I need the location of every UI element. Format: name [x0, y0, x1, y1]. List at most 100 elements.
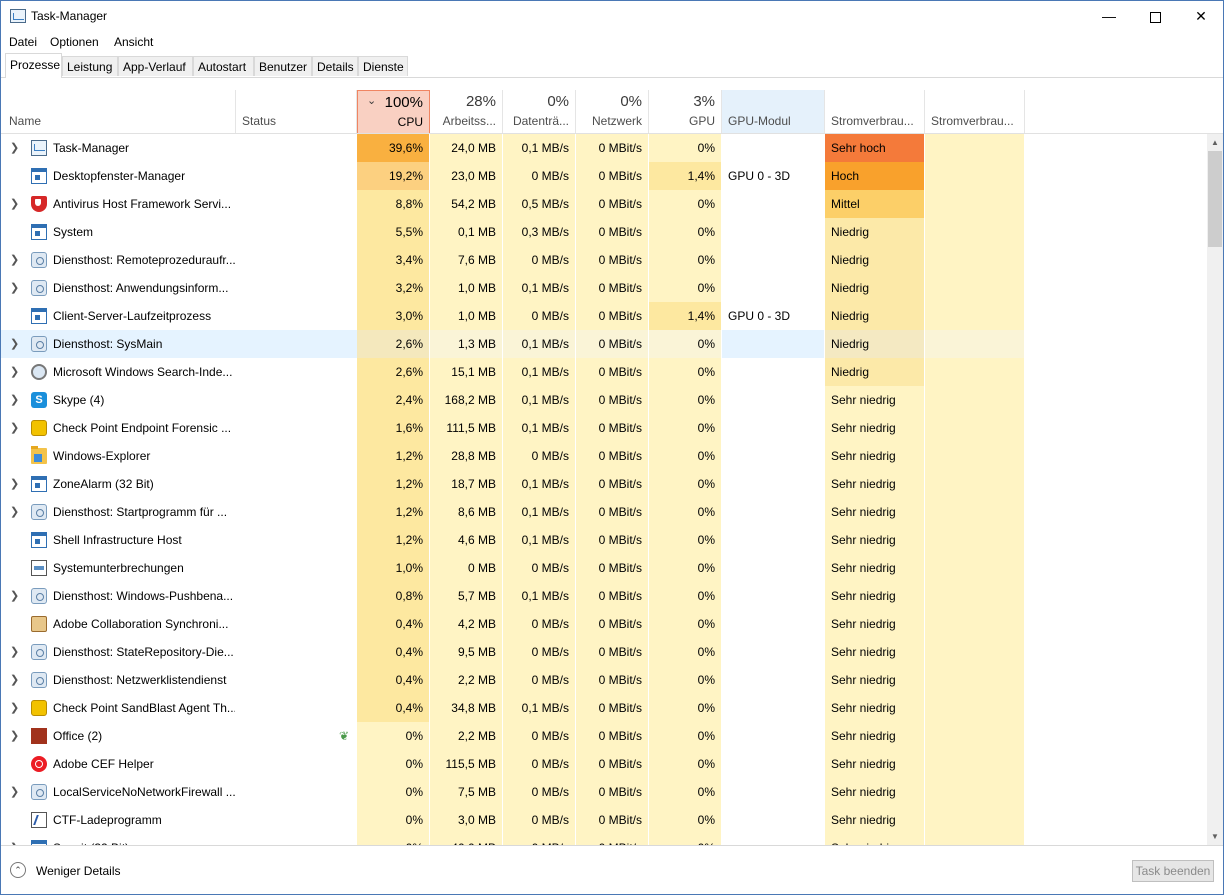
menu-view[interactable]: Ansicht: [114, 35, 153, 49]
cpu-value: 1,2%: [357, 498, 429, 526]
expand-chevron-icon[interactable]: ❯: [10, 778, 19, 806]
expand-chevron-icon[interactable]: ❯: [10, 246, 19, 274]
tab-performance[interactable]: Leistung: [62, 56, 118, 76]
collapse-up-icon[interactable]: ⌃: [10, 862, 26, 878]
gpu-value: 0%: [649, 442, 721, 470]
process-row[interactable]: System 5,5% 0,1 MB 0,3 MB/s 0 MBit/s 0% Niedri…: [1, 218, 1207, 246]
process-row[interactable]: ❯ ZoneAlarm (32 Bit) 1,2% 18,7 MB 0,1 MB/s 0 …: [1, 470, 1207, 498]
end-task-button[interactable]: Task beenden: [1132, 860, 1214, 882]
power-usage-trend-value: [925, 442, 1024, 470]
process-row[interactable]: ❯ LocalServiceNoNetworkFirewall ... 0% 7,5 …: [1, 778, 1207, 806]
power-usage-value: Sehr niedrig: [825, 526, 924, 554]
scroll-down-arrow-icon[interactable]: ▼: [1207, 828, 1223, 845]
power-usage-value: Niedrig: [825, 274, 924, 302]
process-row[interactable]: CTF-Ladeprogramm 0% 3,0 MB 0 MB/s 0 MBit/s 0%…: [1, 806, 1207, 834]
column-header-status[interactable]: Status: [236, 90, 357, 133]
process-row[interactable]: ❯ Diensthost: Anwendungsinform... 3,2% 1,0 …: [1, 274, 1207, 302]
expand-chevron-icon[interactable]: ❯: [10, 274, 19, 302]
maximize-button[interactable]: [1132, 1, 1178, 32]
expand-chevron-icon[interactable]: ❯: [10, 386, 19, 414]
gpu-engine-value: [722, 498, 824, 526]
process-row[interactable]: Desktopfenster-Manager 19,2% 23,0 MB 0 MB/s…: [1, 162, 1207, 190]
power-usage-value: Sehr niedrig: [825, 666, 924, 694]
process-row[interactable]: ❯ Diensthost: Netzwerklistendienst 0,4% 2,2…: [1, 666, 1207, 694]
task-manager-icon: [31, 140, 47, 156]
process-row[interactable]: ❯ Antivirus Host Framework Servi... 8,8% 54…: [1, 190, 1207, 218]
fewer-details-link[interactable]: Weniger Details: [36, 864, 120, 878]
column-header-power-usage-trend[interactable]: Stromverbrau...: [925, 90, 1025, 133]
expand-chevron-icon[interactable]: ❯: [10, 358, 19, 386]
process-name: Client-Server-Laufzeitprozess: [53, 309, 212, 323]
process-row[interactable]: Adobe Collaboration Synchroni... 0,4% 4,2 …: [1, 610, 1207, 638]
gpu-engine-value: [722, 246, 824, 274]
process-name: Diensthost: Remoteprozeduraufr...: [53, 253, 235, 267]
network-value: 0 MBit/s: [576, 218, 648, 246]
expand-chevron-icon[interactable]: ❯: [10, 190, 19, 218]
process-row[interactable]: ❯ Diensthost: StateRepository-Die... 0,4% 9…: [1, 638, 1207, 666]
process-row[interactable]: Adobe CEF Helper 0% 115,5 MB 0 MB/s 0 MBit/s…: [1, 750, 1207, 778]
process-row[interactable]: ❯ Diensthost: Startprogramm für ... 1,2% 8,…: [1, 498, 1207, 526]
column-header-cpu[interactable]: ⌄ 100% CPU: [357, 90, 430, 133]
column-header-gpu[interactable]: 3% GPU: [649, 90, 722, 133]
column-header-gpu-engine[interactable]: GPU-Modul: [722, 90, 825, 133]
process-name: Diensthost: StateRepository-Die...: [53, 645, 234, 659]
gpu-engine-value: [722, 442, 824, 470]
process-row[interactable]: ❯ Diensthost: Windows-Pushbena... 0,8% 5,7 …: [1, 582, 1207, 610]
column-header-network[interactable]: 0% Netzwerk: [576, 90, 649, 133]
process-row[interactable]: Windows-Explorer 1,2% 28,8 MB 0 MB/s 0 MBit/…: [1, 442, 1207, 470]
expand-chevron-icon[interactable]: ❯: [10, 470, 19, 498]
process-row[interactable]: Systemunterbrechungen 1,0% 0 MB 0 MB/s 0 MBi…: [1, 554, 1207, 582]
memory-value: 115,5 MB: [430, 750, 502, 778]
column-status-label: Status: [242, 114, 277, 128]
tab-users[interactable]: Benutzer: [254, 56, 312, 76]
scroll-up-arrow-icon[interactable]: ▲: [1207, 134, 1223, 151]
network-value: 0 MBit/s: [576, 246, 648, 274]
process-row[interactable]: ❯ Diensthost: Remoteprozeduraufr... 3,4% 7,…: [1, 246, 1207, 274]
disk-value: 0 MB/s: [503, 302, 575, 330]
tab-details[interactable]: Details: [312, 56, 358, 76]
process-row[interactable]: ❯ Task-Manager 39,6% 24,0 MB 0,1 MB/s 0 MBit/…: [1, 134, 1207, 162]
column-name-label: Name: [9, 114, 42, 128]
close-button[interactable]: ✕: [1178, 1, 1223, 32]
column-header-memory[interactable]: 28% Arbeitss...: [430, 90, 503, 133]
tab-app-history[interactable]: App-Verlauf: [118, 56, 193, 76]
column-header-power-usage[interactable]: Stromverbrau...: [825, 90, 925, 133]
process-row[interactable]: Shell Infrastructure Host 1,2% 4,6 MB 0,1 M…: [1, 526, 1207, 554]
process-row[interactable]: ❯ Check Point SandBlast Agent Th... 0,4% 34…: [1, 694, 1207, 722]
network-value: 0 MBit/s: [576, 302, 648, 330]
column-header-disk[interactable]: 0% Datenträ...: [503, 90, 576, 133]
process-row[interactable]: ❯ S Skype (4) 2,4% 168,2 MB 0,1 MB/s 0 MBit/s 0…: [1, 386, 1207, 414]
process-row[interactable]: ❯Snagit (32 Bit)0%40,0 MB0 MB/s0 MBit/s0…: [1, 834, 1207, 845]
expand-chevron-icon[interactable]: ❯: [10, 134, 19, 162]
power-usage-value: Sehr niedrig: [825, 834, 924, 845]
minimize-button[interactable]: —: [1086, 1, 1132, 32]
process-row[interactable]: ❯ Check Point Endpoint Forensic ... 1,6% 11…: [1, 414, 1207, 442]
power-usage-trend-value: [925, 638, 1024, 666]
expand-chevron-icon[interactable]: ❯: [10, 330, 19, 358]
gpu-value: 0%: [649, 358, 721, 386]
expand-chevron-icon[interactable]: ❯: [10, 638, 19, 666]
power-usage-value: Mittel: [825, 190, 924, 218]
process-row[interactable]: ❯ Diensthost: SysMain 2,6% 1,3 MB 0,1 MB/s 0 …: [1, 330, 1207, 358]
process-row[interactable]: ❯ Office (2) ❦ 0% 2,2 MB 0 MB/s 0 MBit/s 0% Sehr…: [1, 722, 1207, 750]
menu-options[interactable]: Optionen: [50, 35, 99, 49]
menu-file[interactable]: Datei: [9, 35, 37, 49]
expand-chevron-icon[interactable]: ❯: [10, 834, 19, 845]
scrollbar-thumb[interactable]: [1208, 151, 1222, 247]
gpu-engine-value: [722, 638, 824, 666]
expand-chevron-icon[interactable]: ❯: [10, 694, 19, 722]
expand-chevron-icon[interactable]: ❯: [10, 582, 19, 610]
tab-processes[interactable]: Prozesse: [5, 53, 62, 78]
tab-services[interactable]: Dienste: [358, 56, 408, 76]
column-header-name[interactable]: Name: [1, 90, 236, 133]
expand-chevron-icon[interactable]: ❯: [10, 498, 19, 526]
window-icon: [31, 224, 47, 240]
gpu-value: 1,4%: [649, 302, 721, 330]
expand-chevron-icon[interactable]: ❯: [10, 722, 19, 750]
process-row[interactable]: ❯ Microsoft Windows Search-Inde... 2,6% 15,…: [1, 358, 1207, 386]
process-row[interactable]: Client-Server-Laufzeitprozess 3,0% 1,0 MB 0…: [1, 302, 1207, 330]
tab-startup[interactable]: Autostart: [193, 56, 254, 76]
expand-chevron-icon[interactable]: ❯: [10, 666, 19, 694]
vertical-scrollbar[interactable]: ▲ ▼: [1207, 134, 1223, 845]
expand-chevron-icon[interactable]: ❯: [10, 414, 19, 442]
